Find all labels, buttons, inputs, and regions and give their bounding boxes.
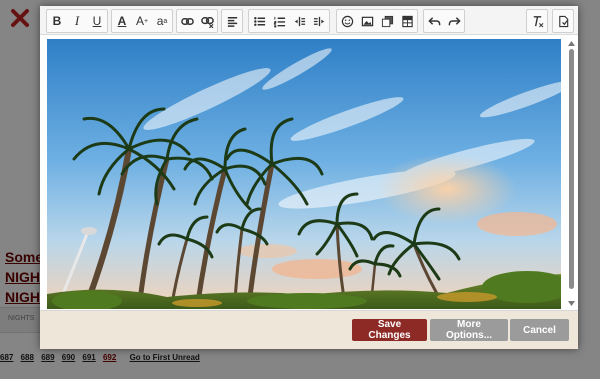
save-changes-button[interactable]: Save Changes: [352, 319, 427, 341]
toolbar-group-link: [176, 9, 218, 33]
font-color-icon[interactable]: A: [112, 11, 132, 31]
redo-icon[interactable]: [444, 11, 464, 31]
palm-trees-photo[interactable]: [47, 39, 561, 309]
numbered-list-icon[interactable]: [269, 11, 289, 31]
toolbar-group-history: [423, 9, 465, 33]
copy-icon[interactable]: [377, 11, 397, 31]
toolbar-group-font: A A + aa: [111, 9, 173, 33]
scroll-thumb[interactable]: [569, 49, 574, 289]
table-icon[interactable]: [397, 11, 417, 31]
cancel-button[interactable]: Cancel: [510, 319, 569, 341]
link-icon[interactable]: [177, 11, 197, 31]
image-icon[interactable]: [357, 11, 377, 31]
toolbar-group-align: [221, 9, 243, 33]
outdent-icon[interactable]: [289, 11, 309, 31]
bullet-list-icon[interactable]: [249, 11, 269, 31]
subscript-icon[interactable]: aa: [152, 11, 172, 31]
unlink-icon[interactable]: [197, 11, 217, 31]
indent-icon[interactable]: [309, 11, 329, 31]
source-icon[interactable]: [553, 11, 573, 31]
more-options-button[interactable]: More Options...: [430, 319, 508, 341]
toolbar-group-lists: [248, 9, 330, 33]
italic-icon[interactable]: I: [67, 11, 87, 31]
subscript-letter: a: [156, 14, 164, 28]
align-left-icon[interactable]: [222, 11, 242, 31]
toolbar-group-insert: [336, 9, 418, 33]
toolbar-group-basic: B I U: [46, 9, 108, 33]
modal-footer: Save Changes More Options... Cancel: [40, 311, 578, 349]
editor-content[interactable]: [40, 35, 578, 311]
bold-icon[interactable]: B: [47, 11, 67, 31]
toolbar-group-clear: [526, 9, 548, 33]
toolbar-group-source: [552, 9, 574, 33]
emoji-icon[interactable]: [337, 11, 357, 31]
scroll-up-icon[interactable]: [567, 39, 576, 47]
editor-scrollbar[interactable]: [567, 39, 576, 307]
scroll-down-icon[interactable]: [567, 299, 576, 307]
clear-format-icon[interactable]: [527, 11, 547, 31]
underline-icon[interactable]: U: [87, 11, 107, 31]
superscript-icon[interactable]: A +: [132, 11, 152, 31]
superscript-letter: A: [135, 14, 144, 28]
editor-toolbar: B I U A A + aa: [40, 6, 578, 35]
editor-modal: B I U A A + aa Save Changes More Options…: [40, 6, 578, 349]
undo-icon[interactable]: [424, 11, 444, 31]
